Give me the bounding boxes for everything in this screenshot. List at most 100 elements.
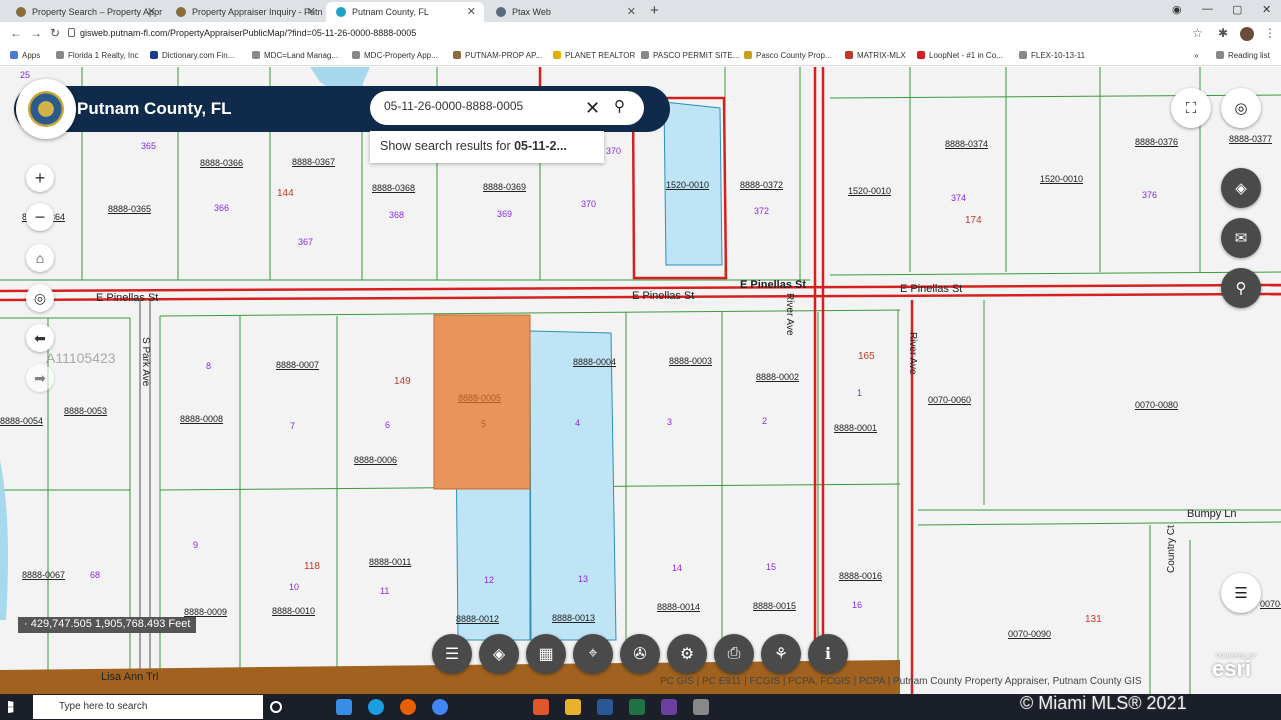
zoom-out-button[interactable]: −: [26, 203, 54, 231]
parcel-label[interactable]: 0070-0080: [1135, 400, 1178, 410]
parcel-label[interactable]: 8888-0372: [740, 180, 783, 190]
bookmark[interactable]: MDC=Land Manag...: [252, 51, 338, 60]
app-icon[interactable]: [533, 699, 549, 715]
parcel-label[interactable]: 0070-0070: [1260, 599, 1281, 609]
parcel-label[interactable]: 8888-0006: [354, 455, 397, 465]
parcel-label[interactable]: 8888-0365: [108, 204, 151, 214]
bookmark[interactable]: Florida 1 Realty, Inc: [56, 51, 139, 60]
close-icon[interactable]: ✕: [307, 5, 316, 18]
parcel-label[interactable]: 8888-0001: [834, 423, 877, 433]
parcel-label[interactable]: 8888-0009: [184, 607, 227, 617]
list-button[interactable]: ☰: [1221, 573, 1261, 613]
locate-button[interactable]: ◎: [26, 284, 54, 312]
bookmark[interactable]: PUTNAM-PROP AP...: [453, 51, 542, 60]
forward-icon[interactable]: →: [30, 26, 42, 40]
theme-button[interactable]: ◈: [1221, 168, 1261, 208]
reload-icon[interactable]: ↻: [50, 26, 60, 40]
browser-tab[interactable]: Property Appraiser Inquiry - Putn ✕: [166, 2, 324, 22]
parcel-label[interactable]: 1520-0010: [666, 180, 709, 190]
browser-tab-active[interactable]: Putnam County, FL ✕: [326, 2, 484, 22]
parcel-label[interactable]: 8888-0014: [657, 602, 700, 612]
parcel-label[interactable]: 8888-0054: [0, 416, 43, 426]
more-bookmarks-icon[interactable]: »: [1194, 51, 1198, 60]
cortana-icon[interactable]: [270, 701, 282, 713]
print-button[interactable]: ⎙: [714, 634, 754, 674]
word-icon[interactable]: [597, 699, 613, 715]
chrome-icon[interactable]: [432, 699, 448, 715]
measure-button[interactable]: ⚙: [667, 634, 707, 674]
parcel-label[interactable]: 8888-0013: [552, 613, 595, 623]
basemap-button[interactable]: ▦: [526, 634, 566, 674]
bookmark[interactable]: MDC-Property App...: [352, 51, 438, 60]
maximize-icon[interactable]: ▢: [1232, 3, 1242, 16]
edge-icon[interactable]: [368, 699, 384, 715]
parcel-label[interactable]: 8888-0366: [200, 158, 243, 168]
minimize-icon[interactable]: —: [1202, 3, 1213, 15]
selected-parcel-label[interactable]: 8888-0005: [458, 393, 501, 403]
location-button[interactable]: ⌖: [573, 634, 613, 674]
new-tab-icon[interactable]: +: [650, 2, 659, 19]
draw-button[interactable]: ✇: [620, 634, 660, 674]
search-box[interactable]: [370, 91, 644, 125]
layer-list-button[interactable]: ☰: [432, 634, 472, 674]
parcel-label[interactable]: 8888-0367: [292, 157, 335, 167]
url-field[interactable]: gisweb.putnam-fl.com/PropertyAppraiserPu…: [80, 28, 416, 38]
app-icon[interactable]: [693, 699, 709, 715]
task-view-icon[interactable]: [336, 699, 352, 715]
avatar[interactable]: [1240, 27, 1254, 41]
bookmark[interactable]: MATRIX-MLX: [845, 51, 906, 60]
parcel-label[interactable]: 8888-0368: [372, 183, 415, 193]
parcel-label[interactable]: 8888-0002: [756, 372, 799, 382]
file-explorer-icon[interactable]: [565, 699, 581, 715]
bookmark[interactable]: PASCO PERMIT SITE...: [641, 51, 739, 60]
zoom-in-button[interactable]: +: [26, 164, 54, 192]
bookmark[interactable]: Apps: [10, 51, 40, 60]
fullscreen-button[interactable]: ⛶: [1171, 88, 1211, 128]
close-icon[interactable]: ✕: [627, 5, 636, 18]
bookmark[interactable]: PLANET REALTOR: [553, 51, 635, 60]
browser-tab[interactable]: Property Search – Property Appr ✕: [6, 2, 164, 22]
search-icon[interactable]: ⚲: [614, 97, 625, 115]
search-input[interactable]: [384, 99, 584, 113]
parcel-label[interactable]: 1520-0010: [848, 186, 891, 196]
parcel-label[interactable]: 8888-0011: [369, 557, 411, 567]
message-button[interactable]: ✉: [1221, 218, 1261, 258]
parcel-label[interactable]: 8888-0374: [945, 139, 988, 149]
bookmark[interactable]: FLEX-10-13-11: [1019, 51, 1085, 60]
parcel-label[interactable]: 8888-0003: [669, 356, 712, 366]
parcel-label[interactable]: 0070-0060: [928, 395, 971, 405]
parcel-label[interactable]: 8888-0067: [22, 570, 65, 580]
close-icon[interactable]: ✕: [467, 5, 476, 18]
parcel-label[interactable]: 8888-0369: [483, 182, 526, 192]
bookmark[interactable]: LoopNet - #1 in Co...: [917, 51, 1003, 60]
close-window-icon[interactable]: ✕: [1262, 3, 1271, 16]
back-icon[interactable]: ←: [10, 26, 22, 40]
firefox-icon[interactable]: [400, 699, 416, 715]
parcel-label[interactable]: 8888-0004: [573, 357, 616, 367]
windows-start-icon[interactable]: [8, 701, 14, 713]
tab-search-icon[interactable]: ◉: [1172, 3, 1182, 16]
parcel-map[interactable]: 8888-0366 8888-0367 8888-0368 8888-0369 …: [0, 67, 1281, 694]
browser-tab[interactable]: Ptax Web ✕: [486, 2, 644, 22]
tools-button[interactable]: ⚲: [1221, 268, 1261, 308]
clear-search-icon[interactable]: ✕: [585, 98, 600, 119]
layers-button[interactable]: ◈: [479, 634, 519, 674]
excel-icon[interactable]: [629, 699, 645, 715]
reading-list[interactable]: Reading list: [1216, 51, 1270, 60]
share-button[interactable]: ⚘: [761, 634, 801, 674]
hide-ui-button[interactable]: ◎: [1221, 88, 1261, 128]
forward-button[interactable]: ➡: [26, 364, 54, 392]
extensions-icon[interactable]: ✱: [1218, 26, 1228, 40]
parcel-label[interactable]: 0070-0090: [1008, 629, 1051, 639]
parcel-label[interactable]: 8888-0376: [1135, 137, 1178, 147]
home-button[interactable]: ⌂: [26, 244, 54, 272]
parcel-label[interactable]: 1520-0010: [1040, 174, 1083, 184]
parcel-label[interactable]: 8888-0012: [456, 614, 499, 624]
parcel-label[interactable]: 8888-0007: [276, 360, 319, 370]
parcel-label[interactable]: 8888-0008: [180, 414, 223, 424]
star-icon[interactable]: ☆: [1192, 26, 1203, 40]
parcel-label[interactable]: 8888-0377: [1229, 134, 1272, 144]
app-icon[interactable]: [661, 699, 677, 715]
parcel-label[interactable]: 8888-0010: [272, 606, 315, 616]
menu-icon[interactable]: ⋮: [1264, 26, 1276, 40]
